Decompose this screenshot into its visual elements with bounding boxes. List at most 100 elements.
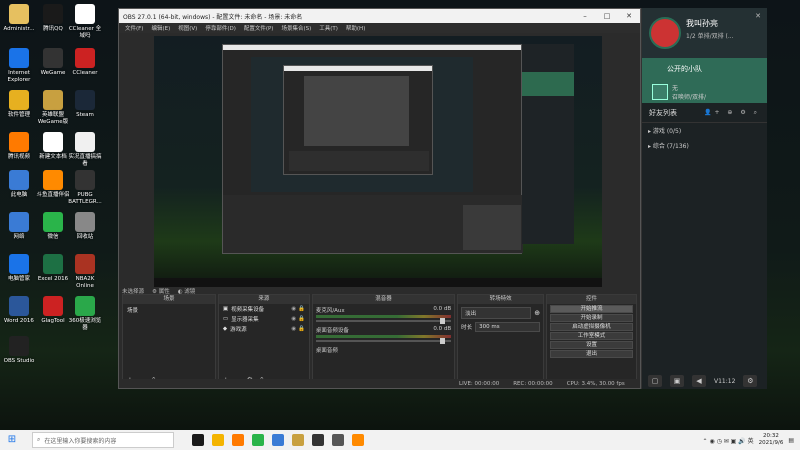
taskbar-apps bbox=[192, 434, 364, 446]
chat-icon[interactable]: ▢ bbox=[648, 375, 662, 387]
desktop-icon[interactable]: 360极速浏览器 bbox=[68, 296, 102, 332]
start-recording-button[interactable]: 开始录制 bbox=[550, 314, 633, 322]
desktop-icon[interactable]: PUBG BATTLEGR... bbox=[68, 170, 102, 206]
desktop-icon-label: NBA2K Online bbox=[75, 276, 95, 289]
desktop-icon[interactable]: 腾讯QQ bbox=[36, 4, 70, 33]
close-button[interactable]: ✕ bbox=[618, 12, 640, 20]
menu-scene-collection[interactable]: 场景集合(S) bbox=[281, 24, 311, 32]
team-card[interactable]: 公开的小队 无 召唤师/双排/ bbox=[642, 58, 767, 103]
desktop-icon[interactable]: 斗鱼直播伴侣 bbox=[36, 170, 70, 199]
team-icon bbox=[652, 84, 668, 100]
menu-view[interactable]: 视图(V) bbox=[178, 24, 197, 32]
menu-profile[interactable]: 配置文件(P) bbox=[244, 24, 274, 32]
desktop-icon[interactable]: Internet Explorer bbox=[2, 48, 36, 84]
search-box[interactable]: ⌕ 在这里输入你要搜索的内容 bbox=[32, 432, 174, 448]
notification-icon[interactable]: ▤ bbox=[788, 437, 794, 444]
desktop-icon[interactable]: GlagTool bbox=[36, 296, 70, 325]
app-icon bbox=[9, 212, 29, 232]
desktop-icon[interactable]: CCleaner bbox=[68, 48, 102, 77]
desktop-icon[interactable]: 网络 bbox=[2, 212, 36, 241]
wechat-taskbar-icon[interactable] bbox=[252, 434, 264, 446]
desktop-icon[interactable]: Word 2016 bbox=[2, 296, 36, 325]
friend-group[interactable]: ▸ 游戏 (0/5) bbox=[642, 123, 767, 138]
menu-docks[interactable]: 停靠部件(D) bbox=[205, 24, 236, 32]
start-streaming-button[interactable]: 开始推流 bbox=[550, 305, 633, 313]
desktop-icon[interactable]: Steam bbox=[68, 90, 102, 119]
source-item[interactable]: ▣ 视频采集设备 ◉ 🔒 bbox=[219, 304, 309, 314]
visibility-eye-icon[interactable]: ◉ 🔒 bbox=[291, 316, 304, 322]
studio-mode-button[interactable]: 工作室模式 bbox=[550, 332, 633, 340]
desktop-icon-label: 此电脑 bbox=[10, 192, 28, 198]
video-taskbar-icon[interactable] bbox=[272, 434, 284, 446]
desktop-icon[interactable]: 回收站 bbox=[68, 212, 102, 241]
obs-taskbar-icon[interactable] bbox=[312, 434, 324, 446]
scene-item[interactable]: 场景 bbox=[123, 304, 215, 316]
desktop-icon[interactable]: 新建文本档 bbox=[36, 132, 70, 161]
menu-edit[interactable]: 编辑(E) bbox=[151, 24, 170, 32]
friend-group[interactable]: ▸ 综合 (7/136) bbox=[642, 138, 767, 153]
volume-slider[interactable] bbox=[315, 318, 452, 324]
preview-canvas[interactable] bbox=[154, 36, 602, 287]
friend-actions[interactable]: 👤+ ⊕ ⚙ ⌕ bbox=[704, 109, 760, 117]
menu-tools[interactable]: 工具(T) bbox=[319, 24, 338, 32]
close-icon[interactable]: ✕ bbox=[755, 12, 761, 20]
minimize-button[interactable]: – bbox=[574, 12, 596, 20]
sources-dock-title: 来源 bbox=[218, 295, 309, 304]
desktop-icon[interactable]: 微信 bbox=[36, 212, 70, 241]
visibility-eye-icon[interactable]: ◉ 🔒 bbox=[291, 326, 304, 332]
desktop-icon[interactable]: OBS Studio bbox=[2, 336, 36, 365]
desktop-icon-label: 回收站 bbox=[76, 234, 94, 240]
menu-file[interactable]: 文件(F) bbox=[125, 24, 143, 32]
desktop-icon[interactable]: 英雄联盟WeGame版 bbox=[36, 90, 70, 126]
exit-button[interactable]: 退出 bbox=[550, 350, 633, 358]
desktop-icon[interactable]: Excel 2016 bbox=[36, 254, 70, 283]
desktop-icon[interactable]: CCleaner 全域吗 bbox=[68, 4, 102, 40]
mixer-track: 麦克风/Aux 0.0 dB bbox=[313, 304, 454, 324]
volume-meter bbox=[315, 335, 452, 338]
sound-icon[interactable]: ◀ bbox=[692, 375, 706, 387]
desktop-icon[interactable]: 腾讯视频 bbox=[2, 132, 36, 161]
menu-help[interactable]: 帮助(H) bbox=[346, 24, 365, 32]
transition-select[interactable]: 淡出 bbox=[461, 307, 532, 319]
track-name: 桌面音频 bbox=[315, 348, 338, 354]
track-db: 0.0 dB bbox=[433, 326, 452, 332]
settings-icon[interactable]: ⚙ bbox=[743, 375, 758, 387]
search-icon: ⌕ bbox=[37, 436, 41, 443]
app-icon bbox=[43, 4, 63, 24]
settings-button[interactable]: 设置 bbox=[550, 341, 633, 349]
desktop-icon[interactable]: 此电脑 bbox=[2, 170, 36, 199]
start-virtual-camera-button[interactable]: 启动虚拟摄像机 bbox=[550, 323, 633, 331]
app-icon bbox=[43, 254, 63, 274]
clock[interactable]: 20:32 2021/9/6 bbox=[759, 433, 784, 447]
settings-taskbar-icon[interactable] bbox=[332, 434, 344, 446]
qq-panel: 我叫孙亮 1/2 单排/双排 (... ✕ 公开的小队 无 召唤师/双排/ 好友… bbox=[641, 8, 767, 389]
source-item[interactable]: ◆ 游戏源 ◉ 🔒 bbox=[219, 324, 309, 334]
visibility-eye-icon[interactable]: ◉ 🔒 bbox=[291, 306, 304, 312]
desktop-icon[interactable]: NBA2K Online bbox=[68, 254, 102, 290]
lol-taskbar-icon[interactable] bbox=[292, 434, 304, 446]
windows-start-icon[interactable]: ⊞ bbox=[4, 432, 20, 448]
tray-icons[interactable]: ⌃ ◉ ◷ ✉ ▣ 🔊 英 bbox=[703, 436, 754, 445]
maximize-button[interactable]: □ bbox=[596, 12, 618, 20]
profile-status[interactable]: 1/2 单排/双排 (... bbox=[686, 31, 734, 40]
duration-input[interactable]: 300 ms bbox=[475, 322, 541, 332]
search-input[interactable]: 在这里输入你要搜索的内容 bbox=[44, 436, 116, 445]
scenes-dock-title: 场景 bbox=[123, 295, 215, 304]
browser-taskbar-icon[interactable] bbox=[212, 434, 224, 446]
desktop-icon[interactable]: 软件管理 bbox=[2, 90, 36, 119]
add-transition-icon[interactable]: ⊕ bbox=[534, 309, 540, 317]
preview-nested-obs bbox=[222, 44, 523, 254]
source-item[interactable]: ▭ 显示器采集 ◉ 🔒 bbox=[219, 314, 309, 324]
avatar[interactable] bbox=[649, 17, 681, 49]
desktop-icon-label: Internet Explorer bbox=[7, 70, 31, 83]
volume-slider[interactable] bbox=[315, 338, 452, 344]
desktop-icon[interactable]: WeGame bbox=[36, 48, 70, 77]
desktop-icon-label: CCleaner bbox=[72, 70, 98, 76]
gallery-icon[interactable]: ▣ bbox=[670, 375, 684, 387]
douyu-taskbar-icon[interactable] bbox=[232, 434, 244, 446]
qq-taskbar-icon[interactable] bbox=[192, 434, 204, 446]
desktop-icon[interactable]: 电脑管家 bbox=[2, 254, 36, 283]
desktop-icon[interactable]: Administr... bbox=[2, 4, 36, 33]
desktop-icon[interactable]: 实况直播搞搞看 bbox=[68, 132, 102, 168]
live-taskbar-icon[interactable] bbox=[352, 434, 364, 446]
